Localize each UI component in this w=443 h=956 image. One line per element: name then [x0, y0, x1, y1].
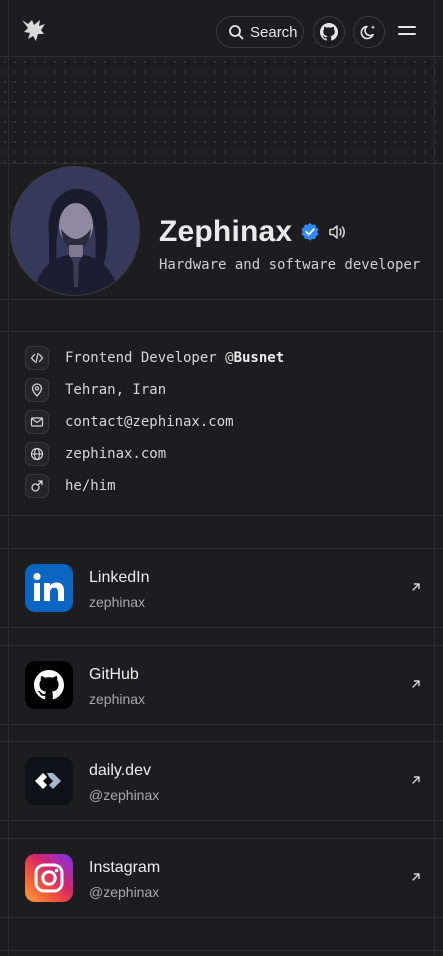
pronouns-text: he/him — [65, 478, 116, 494]
avatar — [10, 166, 140, 296]
social-link-github[interactable]: GitHub zephinax — [0, 645, 443, 725]
menu-bar — [398, 26, 416, 28]
info-text: Frontend Developer @Busnet — [65, 350, 284, 366]
arrow-up-right-icon — [412, 873, 420, 881]
logo-icon[interactable] — [18, 14, 50, 46]
info-item-location: Tehran, Iran — [25, 378, 166, 402]
info-item-website: zephinax.com — [25, 442, 166, 466]
info-item-email: contact@zephinax.com — [25, 410, 234, 434]
dot-pattern — [0, 57, 443, 163]
code-icon — [25, 346, 49, 370]
profile-tagline: Hardware and software developer — [159, 257, 421, 273]
social-title: LinkedIn — [89, 569, 150, 586]
company-link[interactable]: Busnet — [234, 350, 285, 366]
social-link-linkedin[interactable]: LinkedIn zephinax — [0, 548, 443, 628]
social-handle: @zephinax — [89, 884, 160, 900]
arrow-up-right-icon — [412, 583, 420, 591]
location-text: Tehran, Iran — [65, 382, 167, 398]
job-title: Frontend Developer @ — [65, 350, 234, 366]
social-title: Instagram — [89, 859, 161, 876]
social-handle: zephinax — [89, 594, 146, 610]
social-link-instagram[interactable]: Instagram @zephinax — [0, 838, 443, 918]
email-link[interactable]: contact@zephinax.com — [65, 414, 234, 430]
globe-icon — [25, 442, 49, 466]
footer-divider — [0, 950, 443, 951]
theme-toggle-button[interactable] — [353, 16, 385, 48]
menu-button[interactable] — [398, 22, 420, 46]
website-link[interactable]: zephinax.com — [65, 446, 166, 462]
profile-name: Zephinax — [159, 215, 293, 248]
instagram-icon — [25, 854, 73, 902]
mail-icon — [25, 410, 49, 434]
speaker-icon[interactable] — [328, 223, 348, 241]
social-handle: zephinax — [89, 691, 146, 707]
dailydev-icon — [25, 757, 73, 805]
info-item-work: Frontend Developer @Busnet — [25, 346, 284, 370]
moon-sparkle-icon — [360, 25, 376, 40]
search-button[interactable]: Search — [216, 16, 304, 48]
github-button[interactable] — [313, 16, 345, 48]
search-icon — [229, 25, 244, 40]
info-item-pronouns: he/him — [25, 474, 116, 498]
male-icon — [25, 474, 49, 498]
location-pin-icon — [25, 378, 49, 402]
social-title: daily.dev — [89, 762, 151, 779]
social-link-dailydev[interactable]: daily.dev @zephinax — [0, 741, 443, 821]
social-handle: @zephinax — [89, 787, 160, 803]
verified-badge-icon — [301, 223, 319, 241]
github-icon — [320, 23, 338, 41]
linkedin-icon — [25, 564, 73, 612]
github-icon — [25, 661, 73, 709]
search-label: Search — [250, 23, 298, 41]
menu-bar — [398, 33, 416, 35]
top-bar: Search — [0, 0, 443, 57]
arrow-up-right-icon — [412, 776, 420, 784]
social-title: GitHub — [89, 666, 139, 683]
arrow-up-right-icon — [412, 680, 420, 688]
name-row: Zephinax — [159, 215, 348, 249]
